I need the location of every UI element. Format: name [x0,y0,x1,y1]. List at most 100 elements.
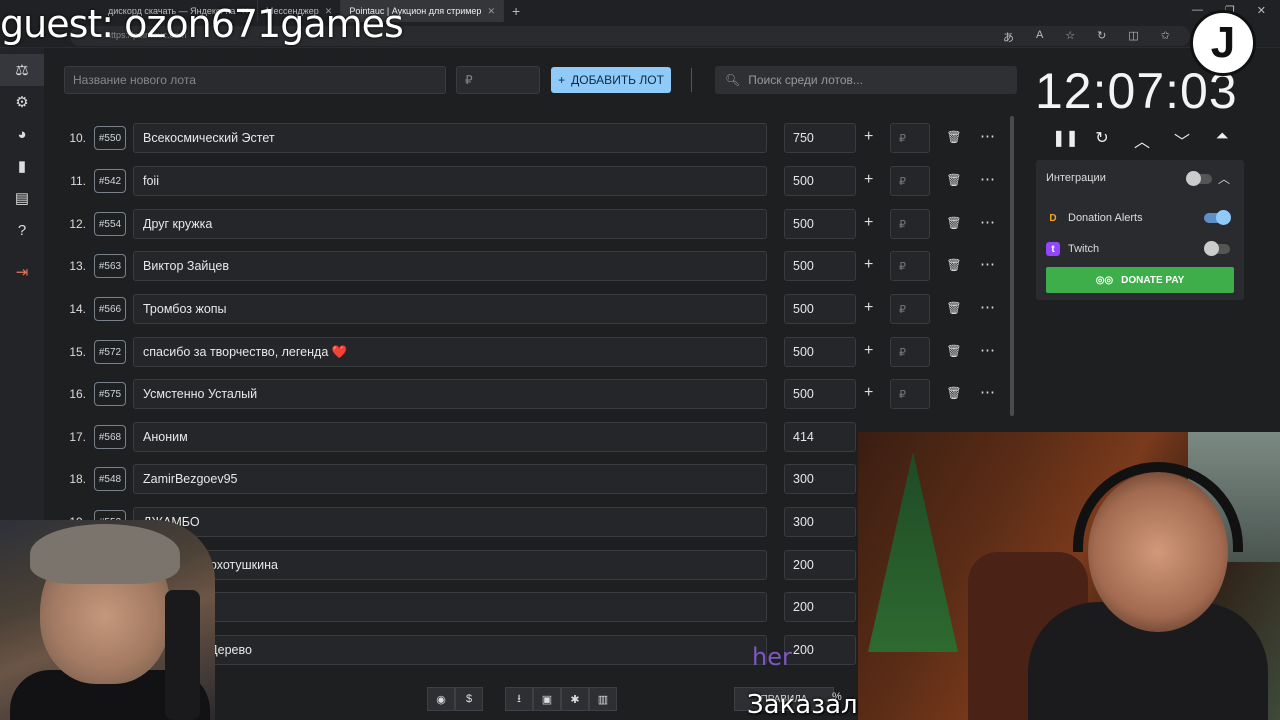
lot-name-field[interactable]: foii [133,166,767,196]
star-icon[interactable]: ☆ [1065,29,1075,45]
donate-pay-button[interactable]: ◎◎ DONATE PAY [1046,267,1234,293]
reset-icon[interactable]: ↻ [1092,128,1112,152]
lot-id-badge[interactable]: #563 [94,254,126,278]
lot-name-field[interactable]: Аноним [133,422,767,452]
lot-name-field[interactable]: Светания Хохотушкина [133,550,767,580]
lot-id-badge[interactable]: #575 [94,382,126,406]
trash-icon[interactable]: 🗑︎ [946,301,962,317]
lot-amount-field[interactable]: 300 [784,507,856,537]
lot-name-field[interactable]: Виктор Зайцев [133,251,767,281]
add-lot-button[interactable]: + ДОБАВИТЬ ЛОТ [551,67,671,93]
logout-icon[interactable]: ⇥ [0,256,44,288]
more-options-icon[interactable]: ⋯ [980,170,996,188]
add-amount-input[interactable]: ₽ [890,251,930,281]
delete-all-icon[interactable]: ▥ [589,687,617,711]
lot-amount-field[interactable]: 500 [784,337,856,367]
lot-amount-field[interactable]: 200 [784,550,856,580]
settings-gear-icon[interactable]: ⚙ [0,86,44,118]
more-options-icon[interactable]: ⋯ [980,341,996,359]
auction-gavel-icon[interactable]: ⚖ [0,54,44,86]
add-amount-input[interactable]: ₽ [890,166,930,196]
lot-amount-field[interactable]: 200 [784,635,856,665]
lot-name-field[interactable]: ZamirBezgoev95 [133,464,767,494]
lot-id-badge[interactable]: #548 [94,467,126,491]
lot-amount-field[interactable]: 200 [784,592,856,622]
lot-name-field[interactable]: спасибо за творчество, легенда ❤️ [133,337,767,367]
more-options-icon[interactable]: ⋯ [980,298,996,316]
trash-icon[interactable]: 🗑︎ [946,386,962,402]
lot-amount-field[interactable]: 500 [784,209,856,239]
more-options-icon[interactable]: ⋯ [980,213,996,231]
lot-name-field[interactable]: ДЖАМБО [133,507,767,537]
add-amount-icon[interactable]: + [864,384,873,402]
add-amount-input[interactable]: ₽ [890,337,930,367]
trash-icon[interactable]: 🗑︎ [946,258,962,274]
bug-icon[interactable]: ✱ [561,687,589,711]
lot-id-badge[interactable]: #572 [94,340,126,364]
add-amount-input[interactable]: ₽ [890,379,930,409]
trash-icon[interactable]: 🗑︎ [946,173,962,189]
trash-icon[interactable]: 🗑︎ [946,130,962,146]
lot-amount-field[interactable]: 750 [784,123,856,153]
stats-bar-icon[interactable]: ▮ [0,150,44,182]
more-options-icon[interactable]: ⋯ [980,383,996,401]
lot-name-field[interactable]: Друг кружка [133,209,767,239]
lot-search-input[interactable]: 🔍︎ Поиск среди лотов... [715,66,1017,94]
lot-id-badge[interactable]: #568 [94,425,126,449]
add-amount-icon[interactable]: + [864,256,873,274]
add-amount-icon[interactable]: + [864,342,873,360]
refresh-icon[interactable]: ↻ [1097,29,1106,45]
lot-amount-field[interactable]: 500 [784,379,856,409]
dollar-icon[interactable]: $ [455,687,483,711]
github-icon[interactable]: ◉ [427,687,455,711]
scrollbar[interactable] [1010,116,1014,416]
lot-amount-field[interactable]: 414 [784,422,856,452]
integrations-toggle[interactable] [1186,171,1212,186]
close-icon[interactable]: ✕ [487,6,495,17]
add-amount-input[interactable]: ₽ [890,294,930,324]
lot-name-input[interactable]: Название нового лота [64,66,446,94]
more-options-icon[interactable]: ⋯ [980,127,996,145]
trash-icon[interactable]: 🗑︎ [946,344,962,360]
add-amount-input[interactable]: ₽ [890,209,930,239]
read-aloud-icon[interactable]: A [1036,29,1043,45]
chevron-up-icon[interactable]: ︿ [1132,128,1152,152]
trash-icon[interactable]: 🗑︎ [946,216,962,232]
split-icon[interactable]: ◫ [1128,29,1138,45]
add-amount-icon[interactable]: + [864,128,873,146]
help-icon[interactable]: ? [0,214,44,246]
wheel-pie-icon[interactable]: ◕ [0,118,44,150]
add-amount-input[interactable]: ₽ [890,123,930,153]
add-amount-icon[interactable]: + [864,299,873,317]
lot-name-field[interactable]: Тромбоз жопы [133,294,767,324]
more-options-icon[interactable]: ⋯ [980,255,996,273]
favorites-icon[interactable]: ✩ [1161,29,1170,45]
lot-id-badge[interactable]: #566 [94,297,126,321]
lot-name-field[interactable]: Всекосмический Эстет [133,123,767,153]
translate-icon[interactable]: あ [1003,29,1014,45]
lot-name-field[interactable]: Агафопан [133,592,767,622]
lot-name-field[interactable]: Усмстенно Усталый [133,379,767,409]
save-icon[interactable]: ▣ [533,687,561,711]
lot-amount-field[interactable]: 500 [784,251,856,281]
lot-name-field[interactable]: МартинЭльДерево [133,635,767,665]
download-icon[interactable]: ⭳ [505,687,533,711]
donation-alerts-toggle[interactable] [1204,210,1231,225]
lot-id-badge[interactable]: #550 [94,126,126,150]
lot-id-badge[interactable]: #542 [94,169,126,193]
new-tab-button[interactable]: + [504,0,528,22]
add-amount-icon[interactable]: + [864,171,873,189]
lot-amount-field[interactable]: 500 [784,294,856,324]
lot-id-badge[interactable]: #554 [94,212,126,236]
twitch-toggle[interactable] [1204,241,1230,256]
add-amount-icon[interactable]: + [864,214,873,232]
double-up-icon[interactable]: ⏶ [1212,128,1232,152]
lot-price-input[interactable]: ₽ [456,66,540,94]
pause-icon[interactable]: ❚❚ [1052,128,1079,152]
lot-amount-field[interactable]: 500 [784,166,856,196]
chevron-down-icon[interactable]: ﹀ [1172,128,1192,152]
minimize-icon[interactable]: — [1192,4,1203,17]
history-clipboard-icon[interactable]: ▤ [0,182,44,214]
lot-amount-field[interactable]: 300 [784,464,856,494]
chevron-up-icon[interactable]: ︿ [1218,170,1230,187]
